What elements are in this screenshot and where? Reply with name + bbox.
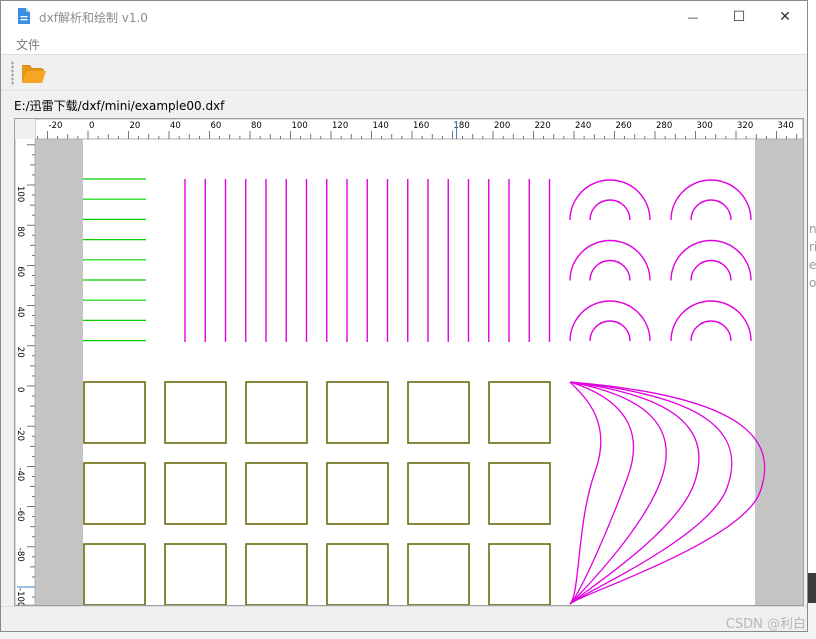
ruler-label: 300: [697, 121, 713, 131]
ruler-label: 240: [575, 121, 591, 131]
drawing-sheet: [83, 139, 755, 605]
menu-file[interactable]: 文件: [16, 36, 40, 53]
ruler-label: 340: [778, 121, 794, 131]
ruler-corner: [15, 119, 35, 139]
ruler-label: -20: [15, 427, 25, 441]
ruler-label: 180: [454, 121, 470, 131]
file-path-label: E:/迅雷下载/dxf/mini/example00.dxf: [14, 99, 225, 113]
side-fragment: e: [809, 258, 816, 272]
ruler-label: 320: [737, 121, 753, 131]
ruler-label: 80: [15, 226, 25, 237]
ruler-label: 40: [170, 121, 181, 131]
maximize-icon: ☐: [732, 9, 746, 25]
app-window: dxf解析和绘制 v1.0 — ☐ ✕ 文件 E:/迅雷下载/dxf/mini/…: [0, 0, 808, 632]
ruler-label: 20: [15, 347, 25, 358]
ruler-label: 0: [15, 387, 25, 392]
ruler-label: 0: [89, 121, 94, 131]
window-title: dxf解析和绘制 v1.0: [39, 11, 148, 25]
ruler-label: 100: [292, 121, 308, 131]
side-fragment: ri: [809, 240, 816, 254]
ruler-label: 200: [494, 121, 510, 131]
drawing-canvas[interactable]: -20 0 20 40 60 80 100 120 140 160 180 200 220 240 260 2…: [14, 118, 804, 606]
ruler-label: 60: [15, 266, 25, 277]
ruler-label: -40: [15, 467, 25, 481]
minimize-icon: —: [687, 10, 699, 24]
minimize-button[interactable]: —: [670, 1, 716, 33]
app-document-icon: [18, 8, 30, 24]
title-bar[interactable]: dxf解析和绘制 v1.0 — ☐ ✕: [1, 1, 807, 33]
ruler-label: 40: [15, 307, 25, 318]
watermark: CSDN @利白: [725, 617, 806, 632]
ruler-label: 140: [373, 121, 389, 131]
ruler-label: 160: [413, 121, 429, 131]
ruler-label: 260: [616, 121, 632, 131]
side-fragment: or: [809, 276, 816, 290]
folder-open-icon[interactable]: [20, 60, 48, 86]
close-icon: ✕: [779, 9, 791, 25]
ruler-label: 60: [211, 121, 222, 131]
cad-view[interactable]: -20 0 20 40 60 80 100 120 140 160 180 200 220 240 260 2…: [15, 119, 803, 605]
status-bar: [1, 606, 807, 631]
ruler-label: -20: [49, 121, 63, 131]
ruler-label: 100: [15, 186, 25, 202]
ruler-label: 20: [130, 121, 141, 131]
ruler-label: 280: [656, 121, 672, 131]
ruler-label: -100: [15, 588, 25, 605]
toolbar: [1, 54, 807, 91]
ruler-label: 220: [535, 121, 551, 131]
ruler-label: -80: [15, 548, 25, 562]
ruler-label: 80: [251, 121, 262, 131]
close-button[interactable]: ✕: [762, 1, 807, 33]
maximize-button[interactable]: ☐: [716, 1, 762, 33]
menu-bar: 文件: [1, 33, 807, 54]
side-fragment: n: [809, 222, 816, 236]
ruler-label: 120: [332, 121, 348, 131]
ruler-label: -60: [15, 508, 25, 522]
toolbar-grip[interactable]: [11, 61, 14, 85]
